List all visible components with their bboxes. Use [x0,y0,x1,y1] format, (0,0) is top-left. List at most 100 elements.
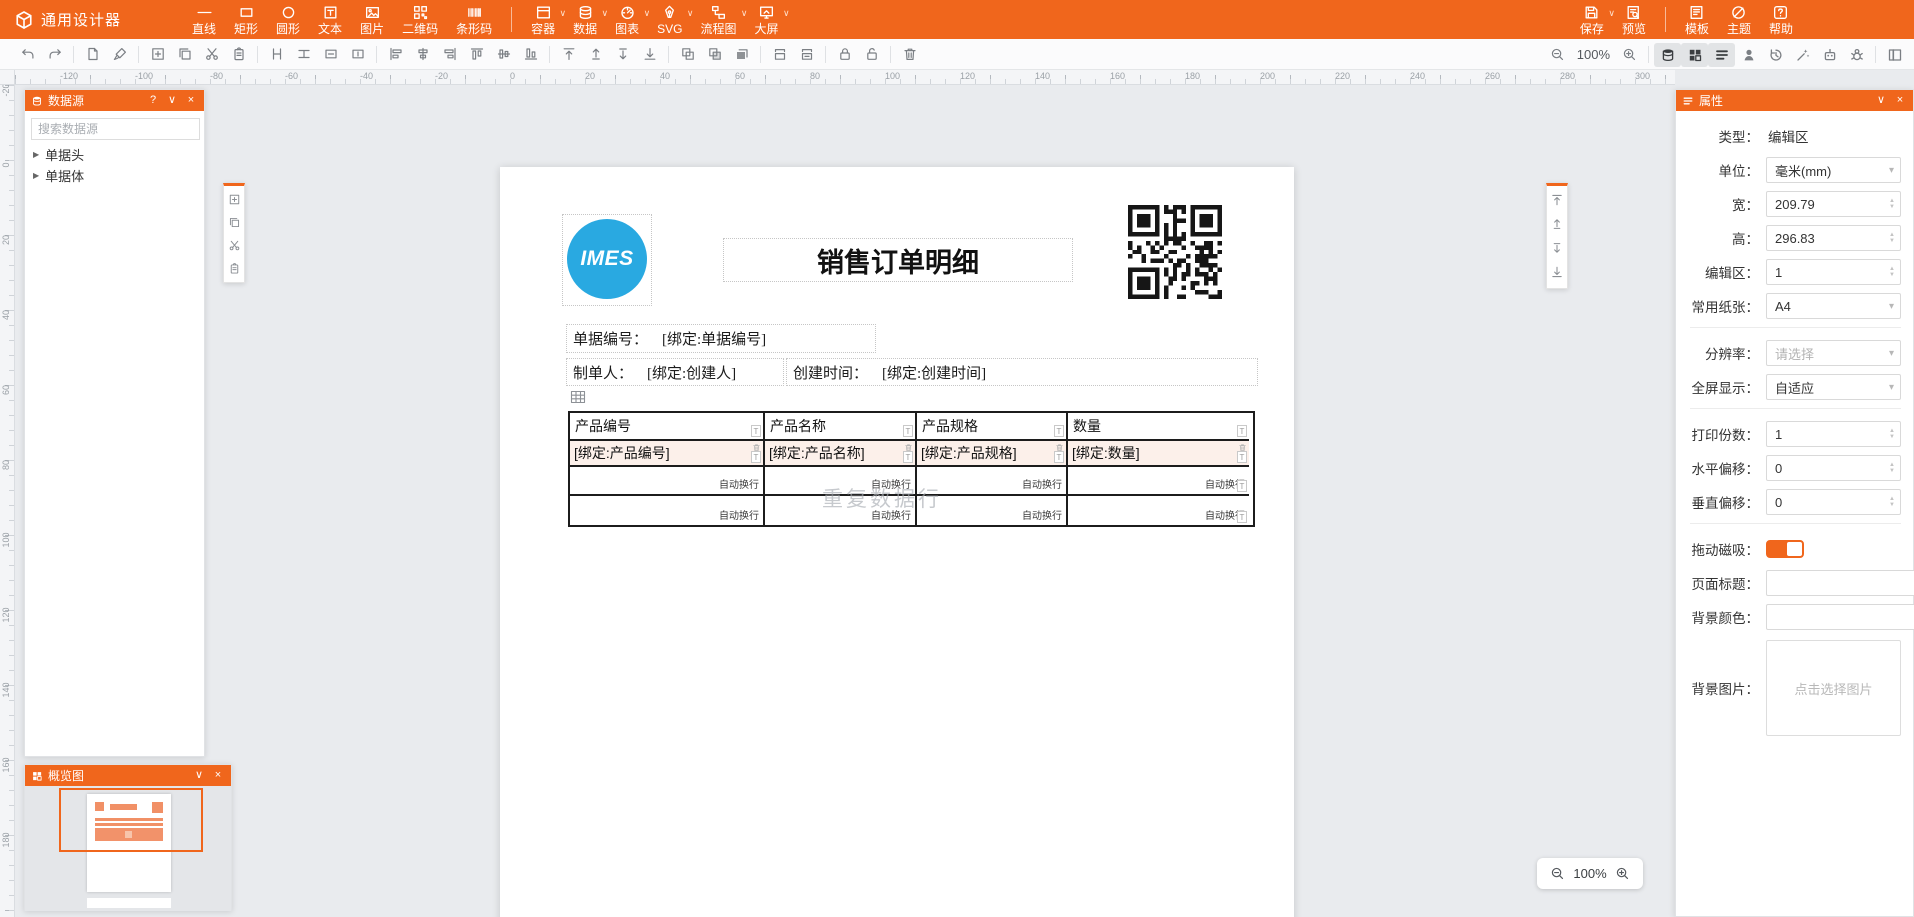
match-size-v-button[interactable] [344,42,371,66]
toolbar-tool-text-tool[interactable]: 文本 [309,0,351,39]
toolbar-tool-qrcode-tool[interactable]: 二维码 [393,0,447,39]
text-handle-badge[interactable]: T [1237,480,1247,492]
creator-field[interactable]: 制单人： [绑定:创建人] [566,358,784,386]
collapse-icon[interactable]: ∨ [192,770,206,781]
table-autowrap-cell[interactable]: 自动换行 [765,496,917,525]
text-handle-badge[interactable]: T [1054,451,1064,463]
stepper-arrows[interactable]: ▲▼ [1889,462,1895,474]
toolbar-tool-theme-button[interactable]: 主题 [1718,0,1760,39]
text-handle-badge[interactable]: T [751,451,761,463]
toolbar-tool-help-button[interactable]: 帮助 [1760,0,1802,39]
paste-icon[interactable] [228,262,241,275]
chevron-right-icon[interactable]: ▶ [33,171,39,180]
table-autowrap-cell[interactable]: 自动换行T [1068,467,1249,496]
unlock-button[interactable] [858,42,885,66]
datasource-panel-toggle[interactable] [1654,43,1681,67]
outline-panel-toggle[interactable] [1708,43,1735,67]
align-center-button[interactable] [409,42,436,66]
stepper-arrows[interactable]: ▲▼ [1889,198,1895,210]
created-time-field[interactable]: 创建时间： [绑定:创建时间] [786,358,1258,386]
table-binding-cell[interactable]: [绑定:产品名称]T [765,441,917,467]
property-number-input[interactable]: 0▲▼ [1766,489,1901,515]
add-element-icon[interactable] [228,193,241,206]
text-handle-badge[interactable]: T [1237,511,1247,523]
stepper-arrows[interactable]: ▲▼ [1889,496,1895,508]
close-icon[interactable]: × [1893,95,1907,106]
layers-button[interactable] [728,42,755,66]
zoom-out-icon[interactable] [1550,866,1565,881]
qr-code[interactable] [1128,205,1222,299]
expand-button[interactable] [766,42,793,66]
table-binding-cell[interactable]: [绑定:数量]T [1068,441,1249,467]
shrink-button[interactable] [793,42,820,66]
user-toggle[interactable] [1735,43,1762,67]
cut-button[interactable] [198,42,225,66]
match-width-button[interactable] [263,42,290,66]
paste-button[interactable] [225,42,252,66]
text-handle-badge[interactable]: T [1237,451,1247,463]
stepper-arrows[interactable]: ▲▼ [1889,232,1895,244]
background-image-picker[interactable]: 点击选择图片 [1766,640,1901,736]
property-number-input[interactable]: 1▲▼ [1766,259,1901,285]
ai-beautify-toggle[interactable] [1789,43,1816,67]
property-text-input[interactable] [1766,570,1914,596]
detail-table[interactable]: 产品编号T产品名称T产品规格T数量T[绑定:产品编号]T[绑定:产品名称]T[绑… [568,411,1255,527]
property-select[interactable]: 请选择▾ [1766,340,1901,366]
design-page[interactable]: IMES 销售订单明细 单据编号： [绑定:单据编号] 制单人： [绑定:创建人… [500,167,1294,917]
cut-icon[interactable] [228,239,241,252]
send-to-back-button[interactable] [636,42,663,66]
tree-item-单据体[interactable]: ▶单据体 [25,165,204,186]
toolbar-tool-data-tool[interactable]: 数据∨ [564,0,606,39]
table-header-cell[interactable]: 产品规格T [917,413,1068,441]
collapse-icon[interactable]: ∨ [165,95,179,106]
property-number-input[interactable]: 0▲▼ [1766,455,1901,481]
move-down-button[interactable] [609,42,636,66]
table-binding-cell[interactable]: [绑定:产品规格]T [917,441,1068,467]
move-up-button[interactable] [582,42,609,66]
toolbar-tool-barcode-tool[interactable]: 条形码 [447,0,501,39]
zoom-out-icon[interactable] [1544,43,1571,67]
drag-snap-toggle[interactable] [1766,540,1804,558]
zoom-in-icon[interactable] [1615,866,1630,881]
toolbar-tool-container-tool[interactable]: 容器∨ [522,0,564,39]
chevron-right-icon[interactable]: ▶ [33,150,39,159]
stepper-arrows[interactable]: ▲▼ [1889,266,1895,278]
toolbar-tool-preview-button[interactable]: 预览 [1613,0,1655,39]
add-element-button[interactable] [144,42,171,66]
collapse-icon[interactable]: ∨ [1874,95,1888,106]
align-middle-button[interactable] [490,42,517,66]
zoom-in-icon[interactable] [1616,43,1643,67]
toolbar-tool-flowchart-tool[interactable]: 流程图∨ [692,0,746,39]
format-brush-button[interactable] [106,42,133,66]
bring-to-front-button[interactable] [555,42,582,66]
doc-no-field[interactable]: 单据编号： [绑定:单据编号] [566,324,876,353]
text-handle-badge[interactable]: T [1054,425,1064,437]
close-icon[interactable]: × [211,770,225,781]
chevron-down-icon[interactable]: ∨ [783,8,790,19]
table-header-cell[interactable]: 数量T [1068,413,1249,441]
table-autowrap-cell[interactable]: 自动换行 [917,467,1068,496]
property-select[interactable]: 自适应▾ [1766,374,1901,400]
combine-button[interactable] [701,42,728,66]
table-autowrap-cell[interactable]: 自动换行 [570,467,765,496]
logo-image[interactable]: IMES [562,214,652,306]
toolbar-tool-template-button[interactable]: 模板 [1676,0,1718,39]
duplicate-button[interactable] [171,42,198,66]
text-handle-badge[interactable]: T [903,451,913,463]
toolbar-tool-svg-tool[interactable]: SVG∨ [648,0,691,39]
bring-to-front-icon[interactable] [1550,193,1564,207]
duplicate-icon[interactable] [228,216,241,229]
align-left-button[interactable] [382,42,409,66]
toolbar-tool-image-tool[interactable]: 图片 [351,0,393,39]
table-autowrap-cell[interactable]: 自动换行 [570,496,765,525]
align-bottom-button[interactable] [517,42,544,66]
property-text-input[interactable] [1766,604,1914,630]
datasource-search-input[interactable] [31,118,200,140]
group-button[interactable] [674,42,701,66]
send-to-back-icon[interactable] [1550,265,1564,279]
new-file-button[interactable] [79,42,106,66]
match-height-button[interactable] [290,42,317,66]
table-handle-icon[interactable] [570,389,586,405]
align-right-button[interactable] [436,42,463,66]
delete-button[interactable] [896,42,923,66]
